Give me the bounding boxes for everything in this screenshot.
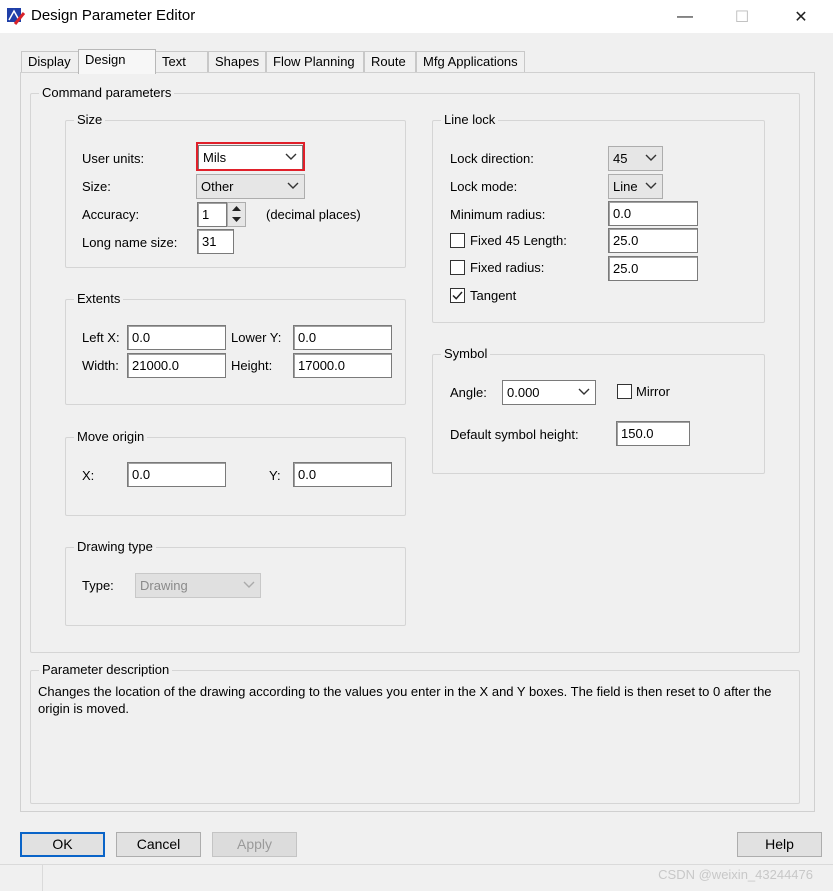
chevron-down-icon bbox=[645, 182, 657, 189]
extents-title: Extents bbox=[74, 291, 124, 307]
ok-button[interactable]: OK bbox=[20, 832, 105, 857]
close-icon: ✕ bbox=[794, 8, 808, 26]
spin-down-icon[interactable] bbox=[232, 217, 241, 223]
long-name-size-input[interactable]: 31 bbox=[197, 229, 234, 254]
status-divider-vertical bbox=[42, 864, 43, 891]
minimum-radius-label: Minimum radius: bbox=[450, 207, 546, 222]
close-button[interactable]: ✕ bbox=[778, 0, 824, 33]
lower-y-input[interactable]: 0.0 bbox=[293, 325, 392, 350]
parameter-description-text: Changes the location of the drawing acco… bbox=[38, 684, 772, 716]
origin-x-label: X: bbox=[82, 468, 95, 483]
height-input[interactable]: 17000.0 bbox=[293, 353, 392, 378]
origin-y-input[interactable]: 0.0 bbox=[293, 462, 392, 487]
chevron-down-icon bbox=[287, 182, 299, 189]
fixed-radius-label: Fixed radius: bbox=[470, 260, 545, 275]
maximize-button[interactable]: ☐ bbox=[719, 0, 765, 33]
chevron-down-icon bbox=[645, 154, 657, 161]
lock-mode-label: Lock mode: bbox=[450, 179, 518, 194]
tab-flow-planning[interactable]: Flow Planning bbox=[266, 51, 364, 73]
fixed-radius-input[interactable]: 25.0 bbox=[608, 256, 698, 281]
width-label: Width: bbox=[82, 358, 119, 373]
type-label: Type: bbox=[82, 578, 114, 593]
size-label: Size: bbox=[82, 179, 111, 194]
watermark: CSDN @weixin_43244476 bbox=[658, 867, 813, 882]
size-title: Size bbox=[74, 112, 106, 128]
maximize-icon: ☐ bbox=[734, 8, 750, 26]
left-x-label: Left X: bbox=[82, 330, 120, 345]
app-icon bbox=[7, 8, 25, 25]
default-symbol-height-label: Default symbol height: bbox=[450, 427, 579, 442]
mirror-label: Mirror bbox=[636, 384, 670, 399]
symbol-group: Symbol bbox=[432, 346, 765, 474]
status-divider bbox=[0, 864, 833, 865]
height-label: Height: bbox=[231, 358, 273, 373]
tab-route[interactable]: Route bbox=[364, 51, 416, 73]
default-symbol-height-input[interactable]: 150.0 bbox=[616, 421, 690, 446]
width-input[interactable]: 21000.0 bbox=[127, 353, 226, 378]
checkmark-icon bbox=[452, 291, 463, 300]
chevron-down-icon bbox=[243, 581, 255, 588]
accuracy-suffix: (decimal places) bbox=[266, 207, 361, 222]
left-x-input[interactable]: 0.0 bbox=[127, 325, 226, 350]
extents-group: Extents bbox=[65, 291, 406, 405]
lock-direction-label: Lock direction: bbox=[450, 151, 534, 166]
tab-design[interactable]: Design bbox=[78, 49, 156, 74]
chevron-down-icon bbox=[578, 388, 590, 395]
highlight-box bbox=[196, 142, 305, 171]
tangent-label: Tangent bbox=[470, 288, 517, 303]
move-origin-title: Move origin bbox=[74, 429, 148, 445]
fixed-45-length-label: Fixed 45 Length: bbox=[470, 233, 567, 248]
minimum-radius-input[interactable]: 0.0 bbox=[608, 201, 698, 226]
tab-shapes[interactable]: Shapes bbox=[208, 51, 266, 73]
cancel-button[interactable]: Cancel bbox=[116, 832, 201, 857]
tab-mfg-applications[interactable]: Mfg Applications bbox=[416, 51, 525, 73]
long-name-size-label: Long name size: bbox=[82, 235, 178, 250]
lock-mode-select[interactable]: Line bbox=[608, 174, 663, 199]
help-button[interactable]: Help bbox=[737, 832, 822, 857]
window-title: Design Parameter Editor bbox=[31, 7, 196, 24]
origin-y-label: Y: bbox=[269, 468, 281, 483]
size-select[interactable]: Other bbox=[196, 174, 305, 199]
parameter-description-title: Parameter description bbox=[39, 662, 173, 678]
user-units-label: User units: bbox=[82, 151, 145, 166]
command-parameters-title: Command parameters bbox=[39, 85, 175, 101]
fixed-45-length-checkbox[interactable] bbox=[450, 233, 465, 248]
lower-y-label: Lower Y: bbox=[231, 330, 282, 345]
line-lock-title: Line lock bbox=[441, 112, 499, 128]
accuracy-input[interactable]: 1 bbox=[197, 202, 227, 227]
mirror-checkbox[interactable] bbox=[617, 384, 632, 399]
accuracy-spinner[interactable] bbox=[227, 202, 246, 227]
spin-up-icon[interactable] bbox=[232, 206, 241, 212]
tangent-checkbox[interactable] bbox=[450, 288, 465, 303]
minimize-icon: — bbox=[677, 7, 693, 25]
minimize-button[interactable]: — bbox=[662, 0, 708, 33]
angle-label: Angle: bbox=[450, 385, 487, 400]
accuracy-label: Accuracy: bbox=[82, 207, 140, 222]
lock-direction-select[interactable]: 45 bbox=[608, 146, 663, 171]
angle-select[interactable]: 0.000 bbox=[502, 380, 596, 405]
title-bar: Design Parameter Editor — ☐ ✕ bbox=[0, 0, 833, 33]
drawing-type-select[interactable]: Drawing bbox=[135, 573, 261, 598]
tab-display[interactable]: Display bbox=[21, 51, 79, 73]
apply-button[interactable]: Apply bbox=[212, 832, 297, 857]
fixed-45-length-input[interactable]: 25.0 bbox=[608, 228, 698, 253]
fixed-radius-checkbox[interactable] bbox=[450, 260, 465, 275]
origin-x-input[interactable]: 0.0 bbox=[127, 462, 226, 487]
symbol-title: Symbol bbox=[441, 346, 491, 362]
tab-text[interactable]: Text bbox=[155, 51, 208, 73]
drawing-type-title: Drawing type bbox=[74, 539, 156, 555]
